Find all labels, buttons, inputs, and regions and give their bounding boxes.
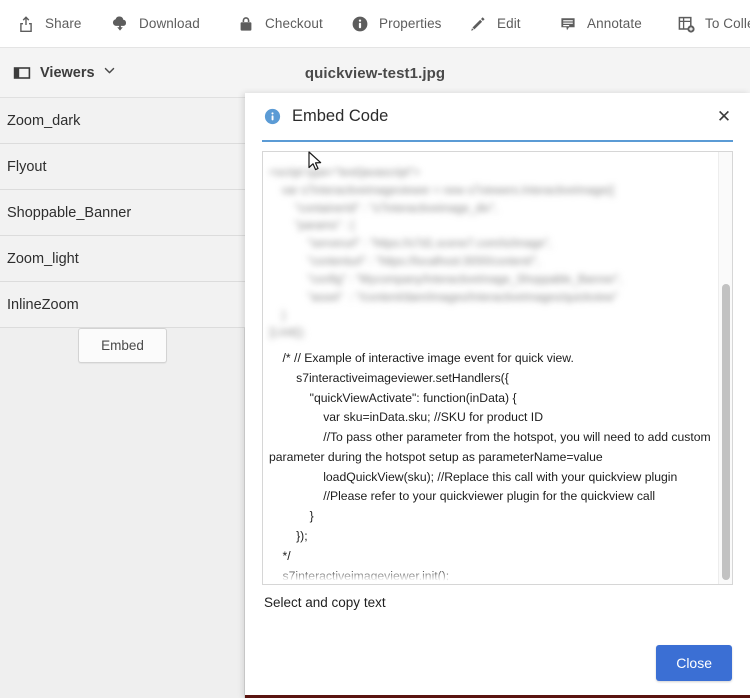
sidebar-item-flyout[interactable]: Flyout [0, 144, 245, 190]
viewer-presets-list: Zoom_dark Flyout Shoppable_Banner Zoom_l… [0, 98, 245, 328]
sidebar-item-label: InlineZoom [7, 296, 79, 313]
dialog-accent-rule [262, 140, 733, 142]
embed-code-textarea[interactable]: <script type="text/javascript"> var s7in… [262, 151, 733, 585]
sidebar-item-shoppable-banner[interactable]: Shoppable_Banner [0, 190, 245, 236]
toolbar-label: Annotate [587, 16, 642, 31]
toolbar-item-annotate[interactable]: Annotate [558, 0, 642, 47]
code-scroll-area[interactable]: <script type="text/javascript"> var s7in… [263, 152, 718, 584]
toolbar-item-share[interactable]: Share [16, 0, 82, 47]
toolbar-item-properties[interactable]: Properties [350, 0, 442, 47]
close-button[interactable]: Close [656, 645, 732, 681]
close-icon[interactable]: ✕ [714, 107, 734, 127]
embed-button-wrap: Embed [0, 328, 245, 363]
sidebar-item-zoom-light[interactable]: Zoom_light [0, 236, 245, 282]
embed-button[interactable]: Embed [78, 328, 167, 363]
viewers-dropdown[interactable]: Viewers [12, 48, 116, 98]
code-visible-text: /* // Example of interactive image event… [269, 351, 711, 583]
viewer-presets-sidebar: Zoom_dark Flyout Shoppable_Banner Zoom_l… [0, 98, 245, 698]
info-icon [264, 108, 281, 125]
download-icon [110, 14, 130, 34]
viewers-bar: Viewers quickview-test1.jpg [0, 48, 750, 98]
code-blurred-text: <script type="text/javascript"> var s7in… [269, 167, 623, 340]
sidebar-item-label: Zoom_light [7, 250, 79, 267]
to-collection-icon [676, 14, 696, 34]
viewers-icon [12, 63, 32, 83]
toolbar-label: To Collec [705, 16, 750, 31]
toolbar-item-checkout[interactable]: Checkout [236, 0, 323, 47]
dialog-header: Embed Code ✕ [245, 93, 750, 140]
top-toolbar: Share Download Checkout Properties Edit … [0, 0, 750, 48]
select-copy-hint: Select and copy text [264, 595, 386, 610]
sidebar-item-label: Flyout [7, 158, 47, 175]
pencil-icon [468, 14, 488, 34]
sidebar-item-zoom-dark[interactable]: Zoom_dark [0, 98, 245, 144]
toolbar-label: Edit [497, 16, 521, 31]
annotate-icon [558, 14, 578, 34]
viewers-label: Viewers [40, 65, 95, 81]
chevron-down-icon [103, 64, 116, 82]
dialog-title: Embed Code [292, 107, 389, 125]
code-scrollbar-track[interactable] [718, 152, 732, 584]
info-icon [350, 14, 370, 34]
app-root: Share Download Checkout Properties Edit … [0, 0, 750, 698]
embed-code-dialog: Embed Code ✕ <script type="text/javascri… [245, 93, 750, 698]
code-scrollbar-thumb[interactable] [722, 284, 730, 580]
toolbar-item-to-collection[interactable]: To Collec [676, 0, 750, 47]
toolbar-label: Share [45, 16, 82, 31]
sidebar-item-label: Shoppable_Banner [7, 204, 132, 221]
lock-icon [236, 14, 256, 34]
toolbar-label: Download [139, 16, 200, 31]
toolbar-label: Properties [379, 16, 442, 31]
sidebar-item-inlinezoom[interactable]: InlineZoom [0, 282, 245, 328]
sidebar-item-label: Zoom_dark [7, 112, 81, 129]
toolbar-label: Checkout [265, 16, 323, 31]
toolbar-item-download[interactable]: Download [110, 0, 200, 47]
toolbar-item-edit[interactable]: Edit [468, 0, 521, 47]
share-icon [16, 14, 36, 34]
